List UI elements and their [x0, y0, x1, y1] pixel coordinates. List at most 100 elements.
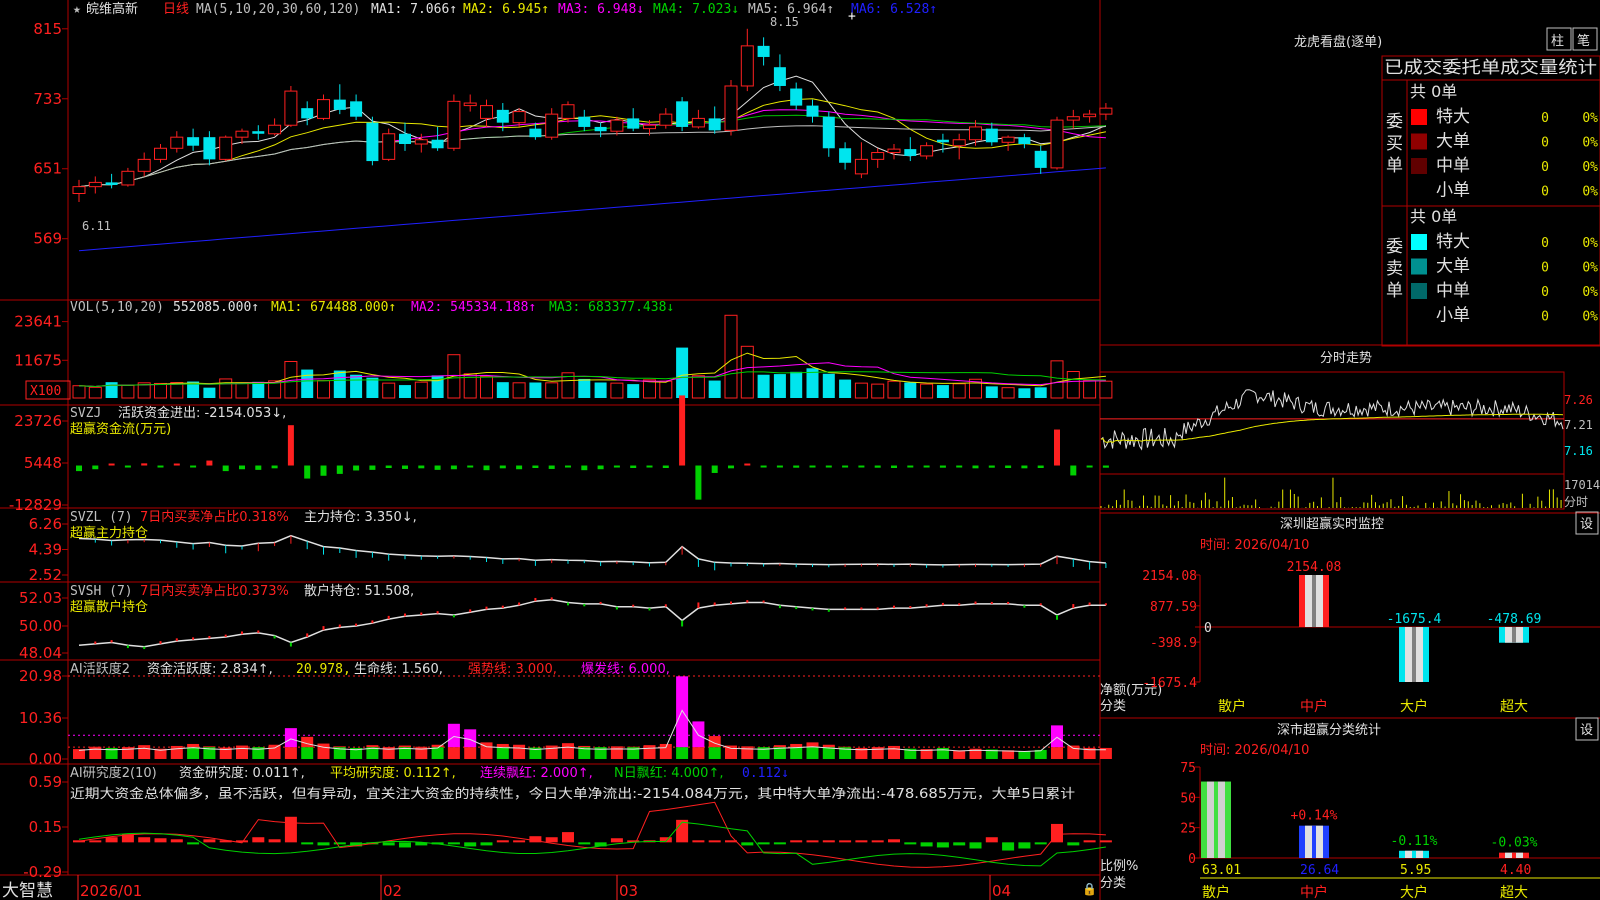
ai-active-y-tick: 0.00: [29, 750, 62, 768]
sell-side-label: 委卖单: [1386, 237, 1403, 301]
vol-bar: [676, 347, 689, 398]
ai-active-title: AI活跃度2: [70, 661, 130, 677]
stock-name: 皖维高新: [86, 1, 138, 17]
vol-bar: [822, 373, 835, 398]
vol-bar: [610, 382, 624, 399]
lock-icon[interactable]: 🔒: [1082, 882, 1097, 896]
candle-body: [431, 139, 444, 149]
ai-active-bar-top: [822, 744, 835, 748]
svzj-bar: [532, 465, 539, 469]
vol-bar: [382, 382, 396, 399]
vol-bar: [724, 314, 738, 399]
ai-research-bar: [1083, 840, 1096, 843]
period-label[interactable]: 日线: [163, 2, 189, 17]
buy-side-label: 委买单: [1386, 112, 1403, 176]
candle-body: [561, 104, 575, 119]
candle-body: [708, 118, 721, 131]
ma120-line: [78, 167, 1106, 252]
vol-bar: [235, 382, 249, 399]
vol-bar: [1083, 380, 1097, 399]
svzj-bar: [304, 465, 311, 479]
ai-active-bar-top: [610, 746, 623, 748]
ai-research-bar: [610, 838, 623, 843]
ai-research-bar: [268, 839, 281, 843]
candle-body: [985, 128, 998, 143]
ai-research-bar: [105, 837, 118, 843]
ma-params-label: MA(5,10,20,30,60,120): [196, 2, 360, 17]
sz-category-y-tick: 0: [1188, 852, 1196, 867]
svzj-bar: [271, 465, 278, 469]
svzj-bar: [907, 465, 914, 468]
vol-bar: [121, 384, 135, 399]
vol-bar: [1018, 388, 1031, 398]
sz-monitor-bar-label: -1675.4: [1387, 612, 1442, 627]
ai-active-bar: [464, 747, 477, 759]
ai-research-title: AI研究度2(10): [70, 765, 157, 781]
order-size-pct: 0%: [1582, 160, 1598, 175]
svzj-bar: [516, 465, 523, 470]
order-size-count: 0: [1541, 136, 1549, 151]
svzj-bar: [825, 465, 832, 468]
ai-research-bar: [855, 840, 868, 843]
favorite-star-icon[interactable]: ★: [73, 2, 81, 17]
svzj-bar: [923, 465, 930, 468]
candle-body: [724, 85, 738, 131]
ai-active-bar: [73, 749, 85, 759]
ai-active-bar: [692, 747, 705, 759]
ai-active-bar-top: [187, 743, 200, 748]
sz-category-ylabel1: 比例%: [1100, 859, 1138, 874]
ai-research-bar: [692, 840, 705, 843]
vol-bar: [317, 380, 330, 399]
order-size-count: 0: [1541, 261, 1549, 276]
vol-bar: [904, 382, 917, 398]
svzj-bar: [744, 463, 751, 466]
svzj-bar: [662, 465, 669, 469]
candle-body: [1083, 113, 1097, 118]
candle-body: [88, 181, 102, 188]
ai-research-bar: [839, 840, 852, 843]
svzl-y-tick: 2.52: [29, 566, 62, 584]
ai-research-bar: [1018, 842, 1031, 849]
ma-legend-item: MA4: 7.023↓: [653, 2, 739, 17]
svzj-bar: [353, 465, 360, 471]
ai-active-bar-top: [676, 676, 689, 748]
candle-body: [1018, 137, 1031, 144]
vol-ma3: MA3: 683377.438↓: [549, 300, 674, 315]
svzj-bar: [1070, 465, 1077, 476]
sz-category-change: -0.11%: [1391, 834, 1438, 849]
ai-active-label4: 强势线: 3.000,: [468, 661, 557, 677]
ai-research-bar: [936, 842, 949, 848]
vol-bar: [1066, 371, 1080, 399]
svzj-bar: [108, 463, 115, 466]
candle-body: [414, 139, 428, 145]
ma5-line: [78, 75, 1107, 188]
order-size-pct: 0%: [1582, 285, 1598, 300]
ai-research-bar: [871, 840, 884, 843]
order-size-name: 小单: [1436, 306, 1470, 326]
chart-marks: 815 733 651 569 23641 11675 23726 5448 -128296.2…: [9, 20, 1564, 881]
candle-body: [529, 128, 542, 138]
order-size-name: 大单: [1436, 132, 1470, 152]
svzj-bar: [793, 465, 800, 468]
svzj-bar: [728, 465, 734, 469]
vol-ma2: MA2: 545334.188↑: [411, 300, 536, 315]
vol-bar: [154, 382, 167, 399]
svzl-line: [78, 534, 1106, 566]
ai-research-bar: [138, 837, 151, 843]
vol-bar: [333, 370, 346, 398]
candle-body: [839, 148, 852, 163]
svzj-bar: [874, 465, 881, 468]
svsh-subtitle: 超赢散户持仓: [70, 599, 148, 615]
ma-legend-item: MA3: 6.948↓: [558, 2, 644, 17]
svzj-bar: [858, 465, 865, 468]
sz-monitor-y-tick: -1675.4: [1142, 676, 1197, 691]
ai-research-comment: 近期大资金总体偏多，虽不活跃，但有异动，宜关注大资金的持续性，今日大单净流出:-…: [70, 786, 1075, 802]
ai-active-bar-top: [562, 743, 574, 748]
candle-body: [904, 149, 917, 156]
sz-monitor-category: 中户: [1300, 698, 1328, 715]
sz-category-change: +0.14%: [1291, 809, 1338, 824]
svzj-bar: [988, 465, 995, 468]
vol-bar: [985, 386, 998, 398]
ai-research-bar: [333, 842, 346, 845]
sz-category-change: -0.03%: [1491, 836, 1538, 851]
